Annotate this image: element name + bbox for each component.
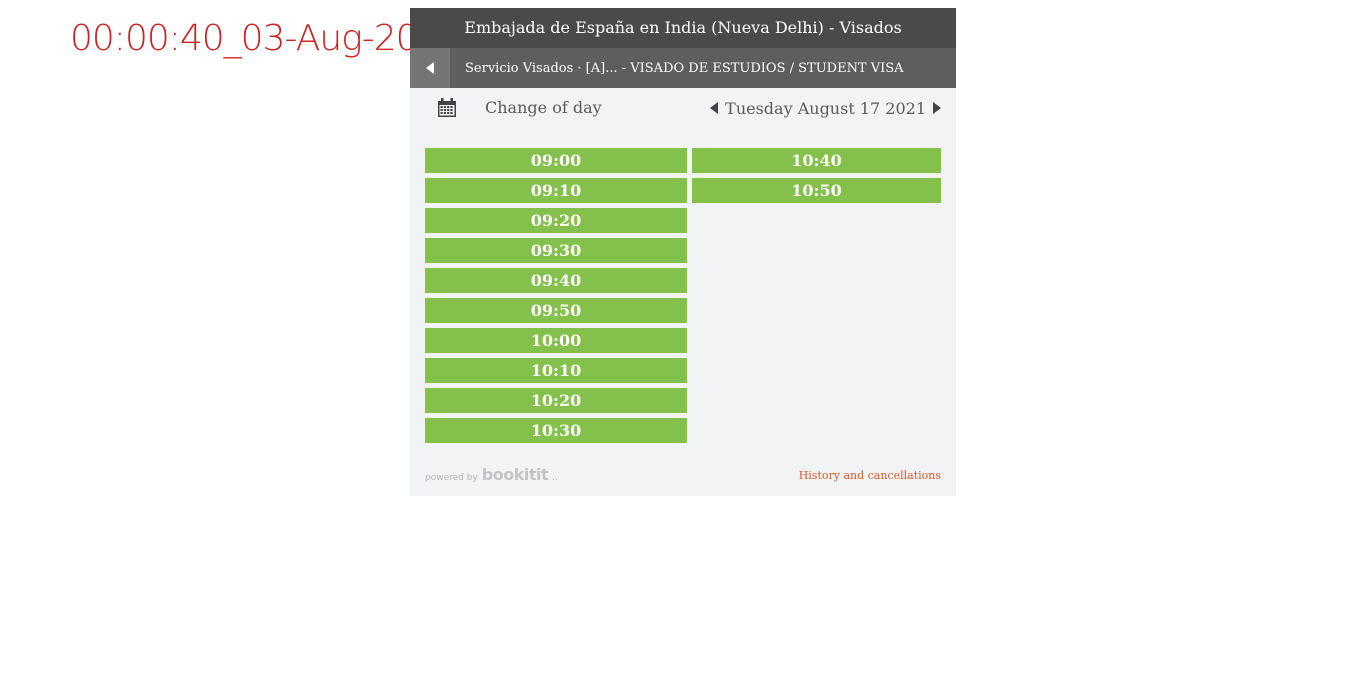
caret-left-icon bbox=[426, 62, 434, 74]
current-date: Tuesday August 17 2021 bbox=[725, 98, 926, 118]
date-navigator: Tuesday August 17 2021 bbox=[709, 88, 942, 128]
next-day-button[interactable] bbox=[932, 101, 942, 115]
brand-suffix: .. bbox=[552, 473, 558, 483]
time-slot-button[interactable]: 10:30 bbox=[425, 418, 687, 443]
timestamp-overlay: 00:00:40_03-Aug-2021 bbox=[70, 18, 462, 59]
time-slot-button[interactable]: 09:10 bbox=[425, 178, 687, 203]
powered-by-logo: powered by bookitit .. bbox=[425, 465, 558, 484]
service-name: Servicio Visados · [A]... - VISADO DE ES… bbox=[465, 60, 904, 76]
service-bar: Servicio Visados · [A]... - VISADO DE ES… bbox=[410, 48, 956, 88]
back-button[interactable] bbox=[410, 48, 450, 88]
time-slot-button[interactable]: 09:30 bbox=[425, 238, 687, 263]
time-slot-button[interactable]: 10:50 bbox=[692, 178, 941, 203]
widget-header: Embajada de España en India (Nueva Delhi… bbox=[410, 8, 956, 48]
history-cancellations-link[interactable]: History and cancellations bbox=[799, 469, 941, 482]
slot-column-left: 09:00 09:10 09:20 09:30 09:40 09:50 10:0… bbox=[425, 148, 687, 448]
day-selector: Change of day Tuesday August 17 2021 bbox=[410, 88, 956, 128]
time-slot-button[interactable]: 09:40 bbox=[425, 268, 687, 293]
header-title: Embajada de España en India (Nueva Delhi… bbox=[464, 18, 902, 37]
calendar-icon[interactable] bbox=[437, 98, 457, 118]
widget-footer: powered by bookitit .. History and cance… bbox=[425, 464, 941, 484]
time-slot-button[interactable]: 09:50 bbox=[425, 298, 687, 323]
time-slot-button[interactable]: 10:10 bbox=[425, 358, 687, 383]
powered-by-text: powered by bbox=[425, 473, 478, 483]
change-day-link[interactable]: Change of day bbox=[485, 88, 602, 128]
brand-logo: bookitit bbox=[481, 465, 549, 484]
caret-left-icon bbox=[710, 102, 719, 114]
time-slot-button[interactable]: 10:20 bbox=[425, 388, 687, 413]
prev-day-button[interactable] bbox=[709, 101, 719, 115]
time-slot-button[interactable]: 10:40 bbox=[692, 148, 941, 173]
booking-widget: Embajada de España en India (Nueva Delhi… bbox=[410, 8, 956, 496]
time-slot-button[interactable]: 09:00 bbox=[425, 148, 687, 173]
time-slot-button[interactable]: 09:20 bbox=[425, 208, 687, 233]
caret-right-icon bbox=[933, 102, 941, 114]
slot-column-right: 10:40 10:50 bbox=[692, 148, 941, 208]
time-slot-button[interactable]: 10:00 bbox=[425, 328, 687, 353]
